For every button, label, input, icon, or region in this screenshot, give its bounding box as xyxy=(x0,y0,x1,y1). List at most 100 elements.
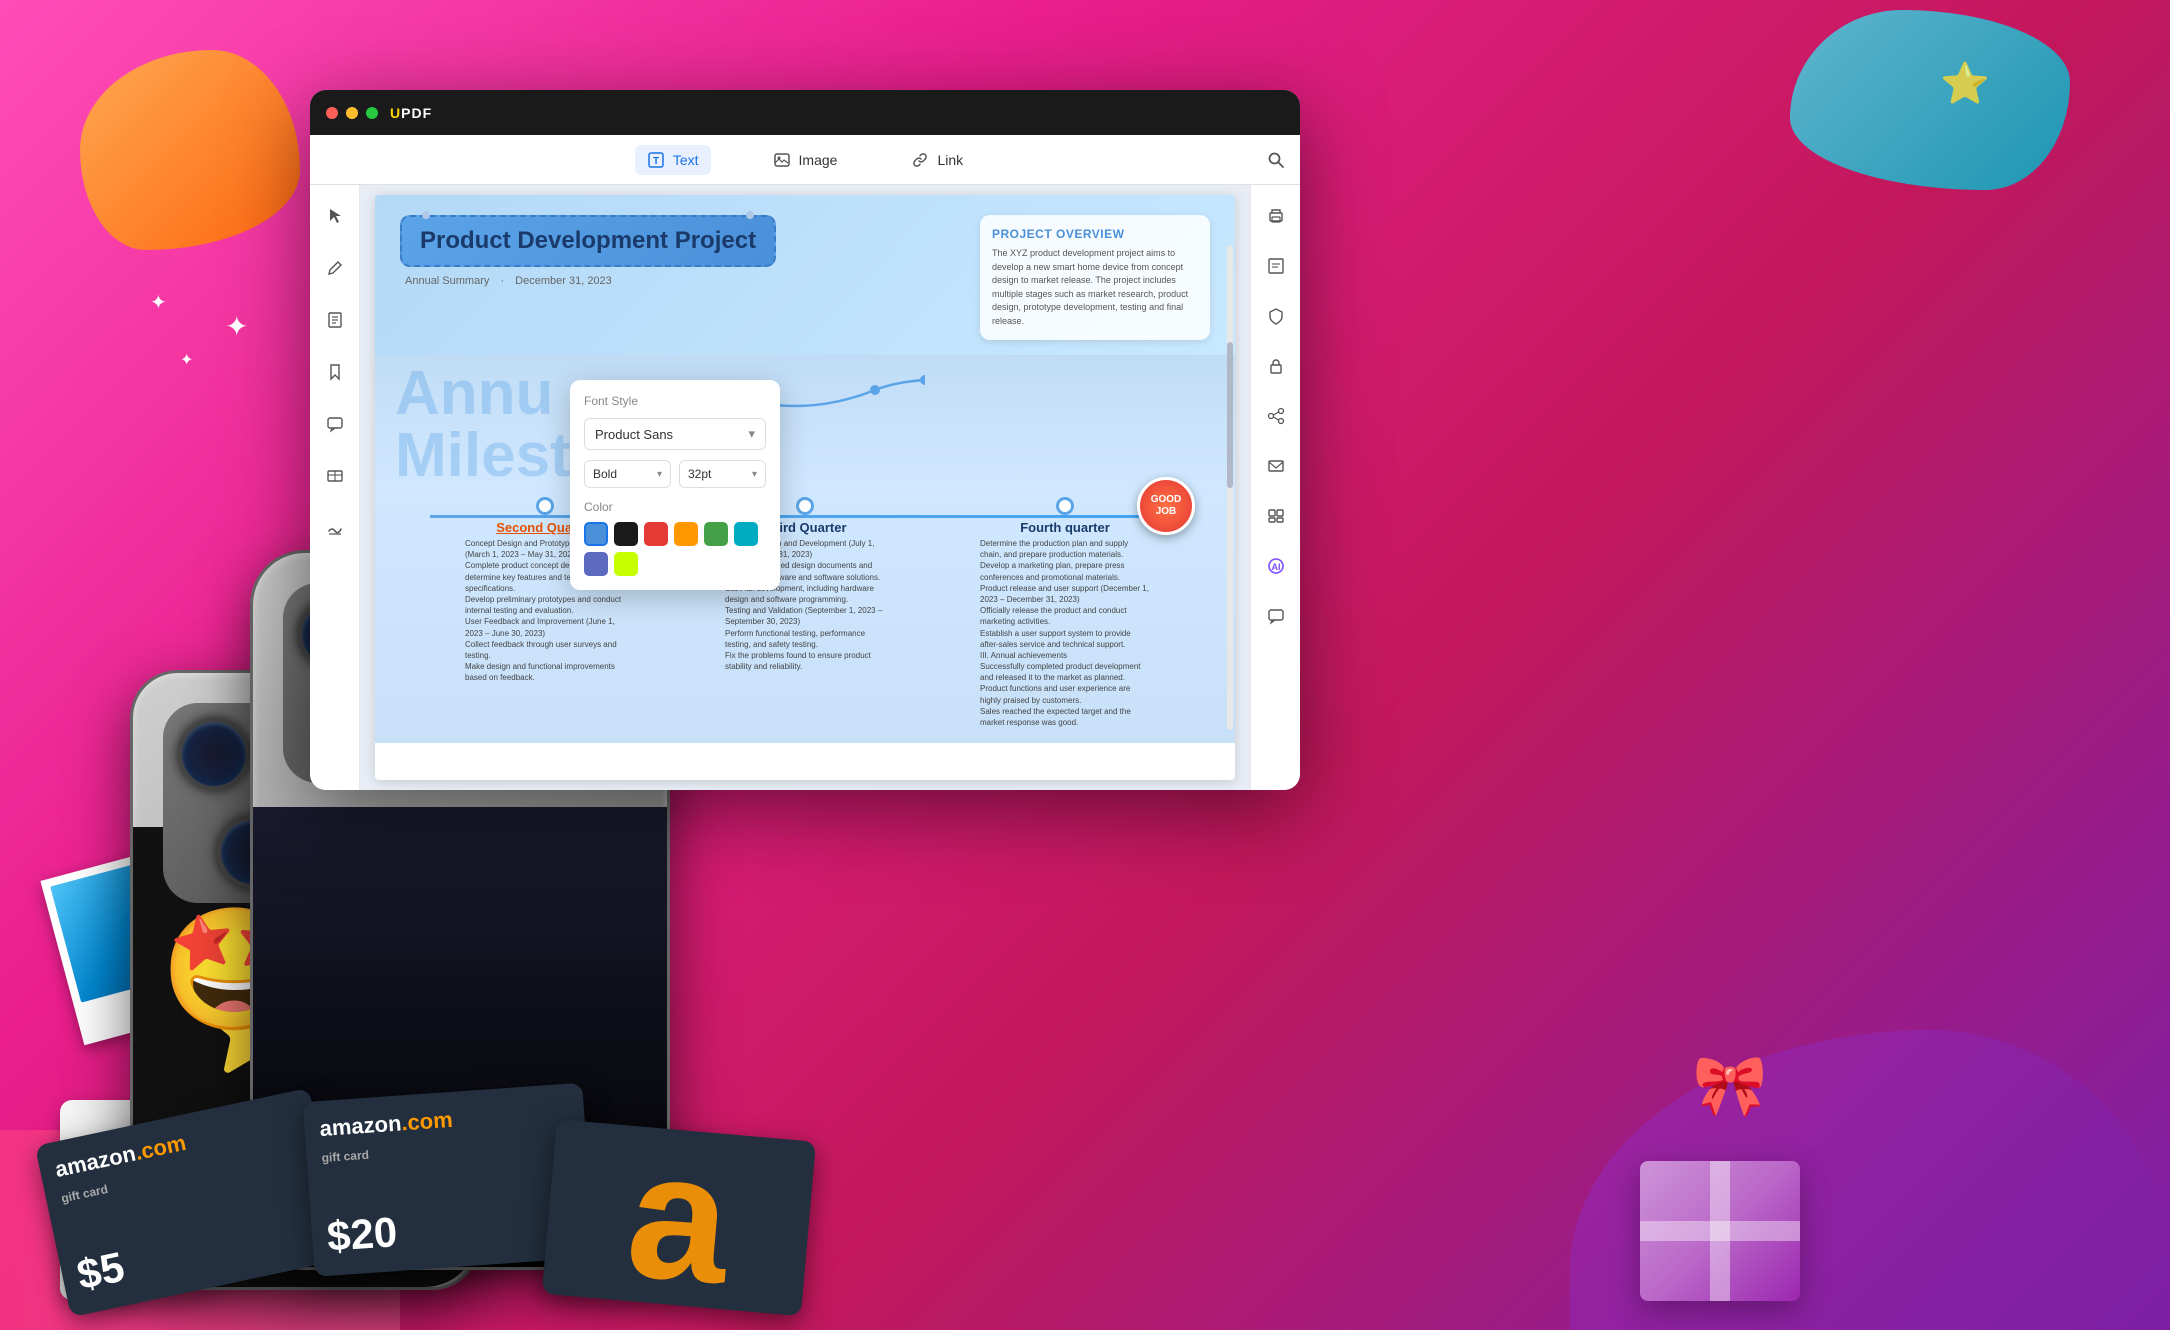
color-swatch-blue[interactable] xyxy=(584,522,608,546)
image-icon xyxy=(773,151,791,169)
content-area: Product Development Project Annual Summa… xyxy=(310,185,1300,790)
font-size-dropdown[interactable]: 32pt ▾ xyxy=(679,460,766,488)
search-icon[interactable] xyxy=(1264,148,1288,172)
toolbar-link[interactable]: Link xyxy=(899,145,975,175)
decoration-blob-teal xyxy=(1790,10,2070,190)
font-name-value: Product Sans xyxy=(595,427,673,442)
font-size-value: 32pt xyxy=(688,467,711,481)
font-weight-dropdown[interactable]: Bold ▾ xyxy=(584,460,671,488)
document-area: Product Development Project Annual Summa… xyxy=(360,185,1250,790)
sidebar-chat-icon[interactable] xyxy=(1260,600,1292,632)
sidebar-cursor-icon[interactable] xyxy=(319,200,351,232)
subtitle-right: December 31, 2023 xyxy=(515,275,612,287)
svg-text:T: T xyxy=(653,156,659,167)
gift-card-5: amazon.com gift card $5 xyxy=(35,1088,345,1317)
pdf-title: Product Development Project xyxy=(420,227,756,255)
amazon-a-letter: a xyxy=(621,1124,736,1312)
gift-bow: 🎀 xyxy=(1640,1050,1820,1121)
font-name-dropdown[interactable]: Product Sans ▾ xyxy=(584,418,766,450)
gift-body xyxy=(1640,1161,1800,1301)
sparkle-icon-2: ✦ xyxy=(150,290,167,315)
scrollbar-thumb[interactable] xyxy=(1227,342,1233,488)
svg-text:AI: AI xyxy=(1271,562,1280,572)
sidebar-lock-icon[interactable] xyxy=(1260,350,1292,382)
app-window: UPDF T Text Image Link xyxy=(310,90,1300,790)
sidebar-comment-icon[interactable] xyxy=(319,408,351,440)
gift-card-amount-1: $5 xyxy=(73,1243,129,1300)
sidebar-organize-icon[interactable] xyxy=(1260,500,1292,532)
sparkle-icon: ✦ xyxy=(225,310,248,343)
sidebar-edit-icon[interactable] xyxy=(319,252,351,284)
toolbar-text-label: Text xyxy=(673,152,699,168)
font-options-row: Bold ▾ 32pt ▾ xyxy=(584,460,766,488)
milestones-section: Annu Milesto Second tion xyxy=(375,355,1235,487)
font-weight-value: Bold xyxy=(593,467,617,481)
color-swatch-teal[interactable] xyxy=(734,522,758,546)
timeline-nodes: Second Quarter Concept Design and Protot… xyxy=(395,497,1215,728)
subtitle-left: Annual Summary xyxy=(405,275,489,287)
text-icon: T xyxy=(647,151,665,169)
chevron-down-icon: ▾ xyxy=(748,426,755,442)
amazon-logo-1: amazon.com gift card xyxy=(53,1130,194,1209)
sidebar-protect-icon[interactable] xyxy=(1260,300,1292,332)
title-pdf: PDF xyxy=(401,105,432,121)
title-u: U xyxy=(390,105,401,121)
color-swatch-indigo[interactable] xyxy=(584,552,608,576)
color-swatch-black[interactable] xyxy=(614,522,638,546)
timeline-node-fourth: GOOD JOB Fourth quarter Determine the pr… xyxy=(935,497,1195,728)
sidebar-share-icon[interactable] xyxy=(1260,400,1292,432)
gift-cards-container: amazon.com gift card $5 amazon.com gift … xyxy=(50,1115,750,1290)
font-popup: Font Style Product Sans ▾ Bold ▾ 32pt xyxy=(570,380,780,590)
color-swatch-lime[interactable] xyxy=(614,552,638,576)
gift-ribbon-v xyxy=(1710,1161,1730,1301)
left-sidebar xyxy=(310,185,360,790)
title-box: Product Development Project xyxy=(400,215,776,267)
pdf-subtitle: Annual Summary · December 31, 2023 xyxy=(400,275,965,287)
app-title: UPDF xyxy=(390,105,432,121)
fourth-quarter-label: Fourth quarter xyxy=(1020,520,1110,535)
decoration-star: ⭐ xyxy=(1940,60,1990,107)
toolbar-text[interactable]: T Text xyxy=(635,145,711,175)
color-swatch-orange[interactable] xyxy=(674,522,698,546)
pdf-page: Product Development Project Annual Summa… xyxy=(375,195,1235,780)
amazon-logo-2: amazon.com gift card xyxy=(319,1107,456,1168)
sidebar-page-icon[interactable] xyxy=(319,304,351,336)
sidebar-ai-icon[interactable]: AI xyxy=(1260,550,1292,582)
timeline-section: Second Quarter Concept Design and Protot… xyxy=(375,487,1235,743)
node-dot-third xyxy=(796,497,814,515)
pdf-header: Product Development Project Annual Summa… xyxy=(375,195,1235,355)
sidebar-ocr-icon[interactable] xyxy=(1260,250,1292,282)
gift-card-amount-2: $20 xyxy=(326,1208,399,1261)
sidebar-form-icon[interactable] xyxy=(319,460,351,492)
overview-text: The XYZ product development project aims… xyxy=(992,247,1198,328)
sidebar-email-icon[interactable] xyxy=(1260,450,1292,482)
size-chevron-icon: ▾ xyxy=(752,469,757,480)
color-swatch-red[interactable] xyxy=(644,522,668,546)
overview-title: PROJECT OVERVIEW xyxy=(992,227,1198,241)
sidebar-sign-icon[interactable] xyxy=(319,512,351,544)
minimize-button[interactable] xyxy=(346,107,358,119)
title-bar: UPDF xyxy=(310,90,1300,135)
color-label: Color xyxy=(584,500,766,514)
badge-good: GOOD xyxy=(1151,494,1182,506)
close-button[interactable] xyxy=(326,107,338,119)
right-sidebar: AI xyxy=(1250,185,1300,790)
fourth-quarter-content: Determine the production plan and supply… xyxy=(980,538,1150,728)
color-swatch-green[interactable] xyxy=(704,522,728,546)
toolbar: T Text Image Link xyxy=(310,135,1300,185)
toolbar-image[interactable]: Image xyxy=(761,145,850,175)
maximize-button[interactable] xyxy=(366,107,378,119)
sidebar-print-icon[interactable] xyxy=(1260,200,1292,232)
node-dot-fourth xyxy=(1056,497,1074,515)
scrollbar-track xyxy=(1227,245,1233,730)
color-swatches xyxy=(584,522,766,576)
sidebar-bookmark-icon[interactable] xyxy=(319,356,351,388)
sparkle-icon-small: ✦ xyxy=(180,350,193,370)
project-overview-panel: PROJECT OVERVIEW The XYZ product develop… xyxy=(980,215,1210,340)
node-dot-second xyxy=(536,497,554,515)
gift-box: 🎀 xyxy=(1640,1050,1820,1250)
good-job-badge: GOOD JOB xyxy=(1137,477,1195,535)
weight-chevron-icon: ▾ xyxy=(657,469,662,480)
toolbar-image-label: Image xyxy=(799,152,838,168)
window-controls xyxy=(326,107,378,119)
